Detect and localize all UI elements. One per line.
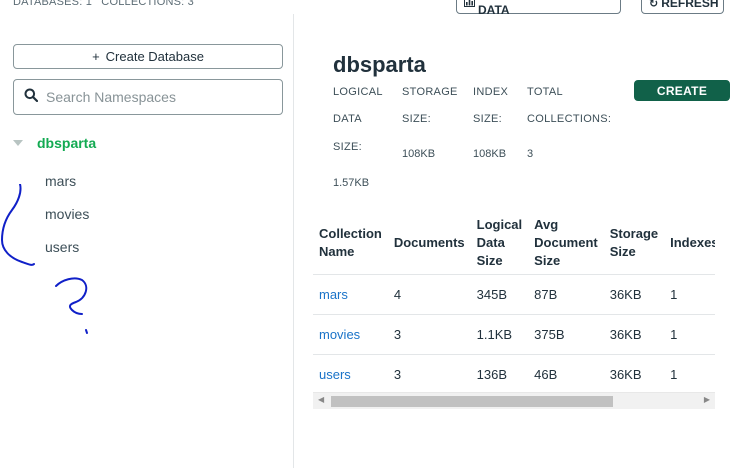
table-row: users 3 136B 46B 36KB 1 (313, 354, 715, 395)
sidebar: + Create Database dbsparta mars movies u… (0, 14, 294, 468)
refresh-label: REFRESH (661, 0, 719, 10)
horizontal-scrollbar[interactable]: ◀ ▶ (313, 392, 715, 409)
scrollbar-thumb[interactable] (331, 396, 613, 407)
sidebar-collection-movies[interactable]: movies (45, 206, 89, 222)
cell-indexes: 1 (664, 354, 715, 395)
logical-size-label-3: SIZE: (333, 141, 363, 153)
cell-documents: 3 (387, 354, 471, 395)
storage-size-label-2: SIZE: (402, 113, 432, 125)
top-bar: DATABASES: 1 COLLECTIONS: 3 VISUALIZE YO… (0, 0, 734, 17)
database-detail: dbsparta CREATE LOGICAL DATA SIZE: 1.57K… (295, 14, 734, 468)
create-database-label: Create Database (105, 49, 204, 64)
cell-indexes: 1 (664, 314, 715, 355)
cell-indexes: 1 (664, 274, 715, 315)
logical-size-label-2: DATA (333, 113, 362, 125)
storage-size-label-1: STORAGE (402, 86, 458, 98)
create-database-button[interactable]: + Create Database (13, 44, 283, 69)
header-documents[interactable]: Documents (387, 212, 471, 275)
storage-size-value: 108KB (402, 148, 436, 160)
sidebar-collection-mars[interactable]: mars (45, 173, 76, 189)
search-input[interactable] (46, 89, 266, 105)
collections-count: COLLECTIONS: 3 (101, 0, 194, 8)
collection-link-mars[interactable]: mars (313, 274, 388, 315)
cell-documents: 3 (387, 314, 471, 355)
search-namespaces[interactable] (13, 79, 283, 115)
cell-avg-doc-size: 46B (528, 354, 604, 395)
logical-size-value: 1.57KB (333, 177, 370, 189)
header-indexes[interactable]: Indexes (664, 212, 715, 275)
table-row: mars 4 345B 87B 36KB 1 (313, 274, 715, 315)
caret-down-icon[interactable] (13, 140, 23, 146)
cell-avg-doc-size: 87B (528, 274, 604, 315)
index-size-value: 108KB (473, 148, 507, 160)
create-collection-button[interactable]: CREATE (634, 80, 730, 101)
collections-table: Collection Name Documents Logical Data Size… (313, 212, 715, 395)
total-collections-value: 3 (527, 148, 534, 160)
sidebar-collection-users[interactable]: users (45, 239, 79, 255)
index-size-label-1: INDEX (473, 86, 509, 98)
collections-table-wrapper: Collection Name Documents Logical Data Size… (313, 212, 715, 412)
collection-link-users[interactable]: users (313, 354, 388, 395)
cell-storage-size: 36KB (603, 354, 665, 395)
index-size-label-2: SIZE: (473, 113, 503, 125)
total-collections-label-2: COLLECTIONS: (527, 113, 612, 125)
scroll-left-icon[interactable]: ◀ (318, 395, 324, 404)
logical-size-label-1: LOGICAL (333, 86, 383, 98)
header-logical-data-size[interactable]: Logical Data Size (470, 212, 529, 275)
total-collections-label-1: TOTAL (527, 86, 563, 98)
plus-icon: + (92, 49, 100, 64)
header-avg-document-size[interactable]: Avg Document Size (528, 212, 604, 275)
cell-logical-size: 136B (470, 354, 529, 395)
table-header-row: Collection Name Documents Logical Data Size… (313, 212, 715, 275)
visualize-data-button[interactable]: VISUALIZE YOUR DATA (456, 0, 621, 17)
table-row: movies 3 1.1KB 375B 36KB 1 (313, 314, 715, 355)
page-title: dbsparta (333, 52, 426, 77)
databases-count: DATABASES: 1 (13, 0, 93, 8)
cell-avg-doc-size: 375B (528, 314, 604, 355)
cell-documents: 4 (387, 274, 471, 315)
cell-logical-size: 345B (470, 274, 529, 315)
bar-chart-icon (464, 0, 475, 10)
collection-link-movies[interactable]: movies (313, 314, 388, 355)
cell-storage-size: 36KB (603, 274, 665, 315)
header-storage-size[interactable]: Storage Size (603, 212, 665, 275)
header-collection-name[interactable]: Collection Name (313, 212, 388, 275)
cell-storage-size: 36KB (603, 314, 665, 355)
cell-logical-size: 1.1KB (470, 314, 529, 355)
refresh-button[interactable]: ↻ REFRESH (641, 0, 724, 14)
scroll-right-icon[interactable]: ▶ (704, 395, 710, 404)
refresh-icon: ↻ (649, 0, 659, 10)
sidebar-database-dbsparta[interactable]: dbsparta (13, 133, 96, 153)
namespace-stats: DATABASES: 1 COLLECTIONS: 3 (13, 0, 200, 8)
search-icon (24, 88, 39, 107)
database-name: dbsparta (37, 135, 97, 151)
